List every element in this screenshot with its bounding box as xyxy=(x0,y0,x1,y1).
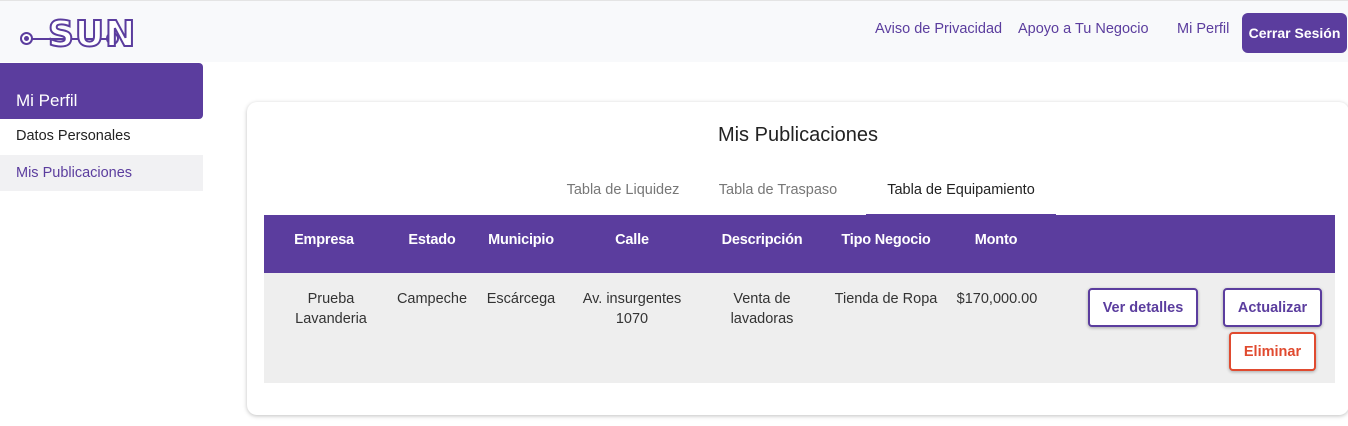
logout-button[interactable]: Cerrar Sesión xyxy=(1242,13,1347,53)
cell-monto: $170,000.00 xyxy=(956,291,1038,307)
logo-left-dot-icon xyxy=(20,32,33,45)
cell-calle-line-2: 1070 xyxy=(615,311,649,327)
support-link[interactable]: Apoyo a Tu Negocio xyxy=(1018,21,1149,37)
cell-empresa: Prueba Lavanderia xyxy=(264,289,398,329)
table-header: Empresa Estado Municipio Calle Descripci… xyxy=(264,215,1335,273)
cell-tipo-negocio: Tienda de Ropa xyxy=(834,291,938,307)
tab-traspaso[interactable]: Tabla de Traspaso xyxy=(713,176,843,216)
delete-button[interactable]: Eliminar xyxy=(1229,332,1316,371)
sidebar-item-datos-personales[interactable]: Datos Personales xyxy=(0,118,203,154)
tab-equipamiento[interactable]: Tabla de Equipamiento xyxy=(866,176,1056,216)
profile-link[interactable]: Mi Perfil xyxy=(1177,21,1229,37)
column-header-monto: Monto xyxy=(974,232,1018,248)
table-row: Prueba Lavanderia Campeche Escárcega Av.… xyxy=(264,273,1335,383)
cell-municipio: Escárcega xyxy=(486,291,556,307)
cell-calle: Av. insurgentes 1070 xyxy=(574,289,690,329)
sidebar-header: Mi Perfil xyxy=(0,63,203,119)
sidebar-title: Mi Perfil xyxy=(16,91,78,110)
top-navbar: SUN Aviso de Privacidad Apoyo a Tu Negoc… xyxy=(0,0,1348,62)
sidebar-item-mis-publicaciones[interactable]: Mis Publicaciones xyxy=(0,155,203,191)
column-header-estado: Estado xyxy=(408,232,456,248)
tab-liquidez[interactable]: Tabla de Liquidez xyxy=(552,176,694,216)
update-button[interactable]: Actualizar xyxy=(1223,288,1322,327)
cell-calle-line-1: Av. insurgentes xyxy=(582,291,682,307)
cell-empresa-line-2: Lavanderia xyxy=(295,311,367,327)
logo-text: SUN xyxy=(47,14,137,55)
page-title: Mis Publicaciones xyxy=(717,124,879,146)
column-header-tipo-negocio: Tipo Negocio xyxy=(841,232,931,248)
cell-descripcion-line-2: lavadoras xyxy=(730,311,794,327)
column-header-empresa: Empresa xyxy=(294,232,354,248)
cell-descripcion-line-1: Venta de xyxy=(733,291,791,307)
view-details-button[interactable]: Ver detalles xyxy=(1088,288,1198,327)
column-header-descripcion: Descripción xyxy=(721,232,803,248)
sun-logo[interactable]: SUN xyxy=(18,13,136,55)
privacy-link[interactable]: Aviso de Privacidad xyxy=(875,21,1002,37)
column-header-calle: Calle xyxy=(615,232,649,248)
cell-descripcion: Venta de lavadoras xyxy=(702,289,822,329)
publications-card: Mis Publicaciones Tabla de Liquidez Tabl… xyxy=(247,102,1348,415)
cell-estado: Campeche xyxy=(396,291,468,307)
cell-empresa-line-1: Prueba xyxy=(307,291,355,307)
column-header-municipio: Municipio xyxy=(488,232,554,248)
